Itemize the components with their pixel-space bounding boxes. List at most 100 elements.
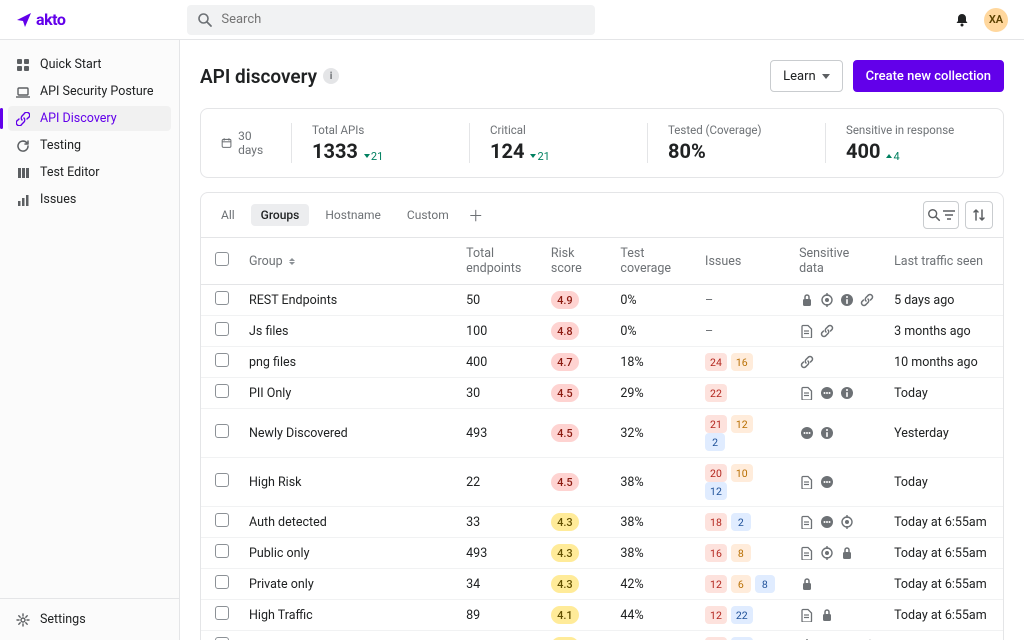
table-row[interactable]: Low traffic 84 4.1 44% 1021 Today at 6:5…	[201, 631, 1003, 640]
cell-total: 34	[456, 569, 541, 600]
table-header-row: Group Total endpoints Risk score Test co…	[201, 238, 1003, 285]
row-checkbox[interactable]	[215, 544, 229, 558]
sidebar-item[interactable]: Testing	[8, 133, 171, 158]
risk-badge: 4.7	[551, 353, 579, 371]
tabbar: All GroupsHostname Custom ＋	[201, 193, 1003, 238]
row-checkbox[interactable]	[215, 384, 229, 398]
cell-traffic: Today	[884, 378, 1003, 409]
row-checkbox[interactable]	[215, 513, 229, 527]
table-row[interactable]: REST Endpoints 50 4.9 0% – 5 days ago	[201, 285, 1003, 316]
row-checkbox[interactable]	[215, 353, 229, 367]
sidebar-item[interactable]: Issues	[8, 187, 171, 212]
cell-coverage: 44%	[610, 631, 695, 640]
page-header: API discovery i Learn Create new collect…	[200, 60, 1004, 92]
stats-card: 30 days Total APIs 133321 Critical 12421…	[200, 108, 1004, 178]
select-all-checkbox[interactable]	[215, 252, 229, 266]
bell-icon[interactable]	[954, 12, 970, 28]
add-tab-button[interactable]: ＋	[469, 208, 483, 222]
col-header[interactable]: Risk score	[541, 238, 611, 285]
col-header[interactable]: Issues	[695, 238, 789, 285]
table-row[interactable]: Auth detected 33 4.3 38% 182 Today at 6:…	[201, 507, 1003, 538]
tab[interactable]: All	[211, 204, 245, 226]
stat-range[interactable]: 30 days	[201, 123, 291, 163]
cell-risk: 4.1	[541, 631, 611, 640]
issue-badge: 22	[705, 384, 727, 402]
sidebar-item-label: API Discovery	[40, 111, 117, 126]
cell-sensitive	[789, 458, 884, 507]
table-row[interactable]: High Traffic 89 4.1 44% 1222 Today at 6:…	[201, 600, 1003, 631]
cell-traffic: Today at 6:55am	[884, 631, 1003, 640]
sidebar-item[interactable]: API Discovery	[8, 106, 171, 131]
col-header[interactable]: Last traffic seen	[884, 238, 1003, 285]
row-checkbox[interactable]	[215, 606, 229, 620]
issue-badge: 10	[731, 464, 753, 482]
row-checkbox[interactable]	[215, 291, 229, 305]
row-checkbox[interactable]	[215, 473, 229, 487]
col-header[interactable]: Test coverage	[610, 238, 695, 285]
table-row[interactable]: Private only 34 4.3 42% 1268 Today at 6:…	[201, 569, 1003, 600]
risk-badge: 4.8	[551, 322, 579, 340]
row-checkbox[interactable]	[215, 322, 229, 336]
apps-icon	[16, 58, 30, 72]
row-checkbox[interactable]	[215, 575, 229, 589]
cell-group: Auth detected	[239, 507, 456, 538]
cell-coverage: 38%	[610, 538, 695, 569]
filter-icon	[942, 208, 956, 222]
table-row[interactable]: Js files 100 4.8 0% – 3 months ago	[201, 316, 1003, 347]
tab[interactable]: Custom	[397, 204, 459, 226]
cell-total: 493	[456, 538, 541, 569]
lock-icon	[819, 608, 834, 623]
cell-issues: 22	[695, 378, 789, 409]
cell-sensitive	[789, 538, 884, 569]
target-icon	[819, 546, 834, 561]
tab[interactable]: Groups	[251, 204, 310, 226]
cell-group: REST Endpoints	[239, 285, 456, 316]
chevron-down-icon	[822, 74, 830, 79]
table-row[interactable]: Public only 493 4.3 38% 168 Today at 6:5…	[201, 538, 1003, 569]
stat-cell: Tested (Coverage) 80%	[647, 123, 825, 163]
table-row[interactable]: png files 400 4.7 18% 2416 10 months ago	[201, 347, 1003, 378]
chain-icon	[819, 324, 834, 339]
tab[interactable]: Hostname	[315, 204, 391, 226]
table-row[interactable]: High Risk 22 4.5 38% 201012 Today	[201, 458, 1003, 507]
cell-traffic: Yesterday	[884, 409, 1003, 458]
sort-button[interactable]	[965, 201, 993, 229]
cell-coverage: 38%	[610, 458, 695, 507]
search-input[interactable]	[221, 12, 585, 27]
no-issues: –	[705, 293, 713, 308]
sidebar-item[interactable]: Test Editor	[8, 160, 171, 185]
cell-sensitive	[789, 600, 884, 631]
issue-badge: 12	[705, 482, 727, 500]
table-row[interactable]: Newly Discovered 493 4.5 32% 21122 Yeste…	[201, 409, 1003, 458]
cell-coverage: 0%	[610, 316, 695, 347]
sidebar-settings[interactable]: Settings	[8, 607, 171, 632]
info-icon[interactable]: i	[323, 68, 339, 84]
stat-delta: 21	[530, 150, 549, 163]
send-icon	[16, 12, 32, 28]
cell-sensitive	[789, 631, 884, 640]
sidebar-item[interactable]: Quick Start	[8, 52, 171, 77]
issue-badge: 22	[731, 606, 753, 624]
avatar[interactable]: XA	[984, 8, 1008, 32]
learn-button[interactable]: Learn	[770, 60, 843, 92]
cell-coverage: 32%	[610, 409, 695, 458]
sidebar-item[interactable]: API Security Posture	[8, 79, 171, 104]
col-header[interactable]: Sensitive data	[789, 238, 884, 285]
table-row[interactable]: PII Only 30 4.5 29% 22 Today	[201, 378, 1003, 409]
search-filter-button[interactable]	[923, 201, 959, 229]
cell-issues: 182	[695, 507, 789, 538]
col-header[interactable]: Group	[239, 238, 456, 285]
topbar: akto XA	[0, 0, 1024, 40]
risk-badge: 4.3	[551, 513, 579, 531]
brand-logo[interactable]: akto	[16, 10, 65, 29]
search-box[interactable]	[187, 5, 595, 35]
issue-badge: 8	[731, 544, 751, 562]
cell-risk: 4.5	[541, 458, 611, 507]
stat-value: 80%	[668, 139, 706, 163]
row-checkbox[interactable]	[215, 424, 229, 438]
brand-name: akto	[36, 10, 65, 29]
create-collection-button[interactable]: Create new collection	[853, 60, 1004, 92]
col-header[interactable]: Total endpoints	[456, 238, 541, 285]
cell-risk: 4.7	[541, 347, 611, 378]
info-icon	[839, 386, 854, 401]
